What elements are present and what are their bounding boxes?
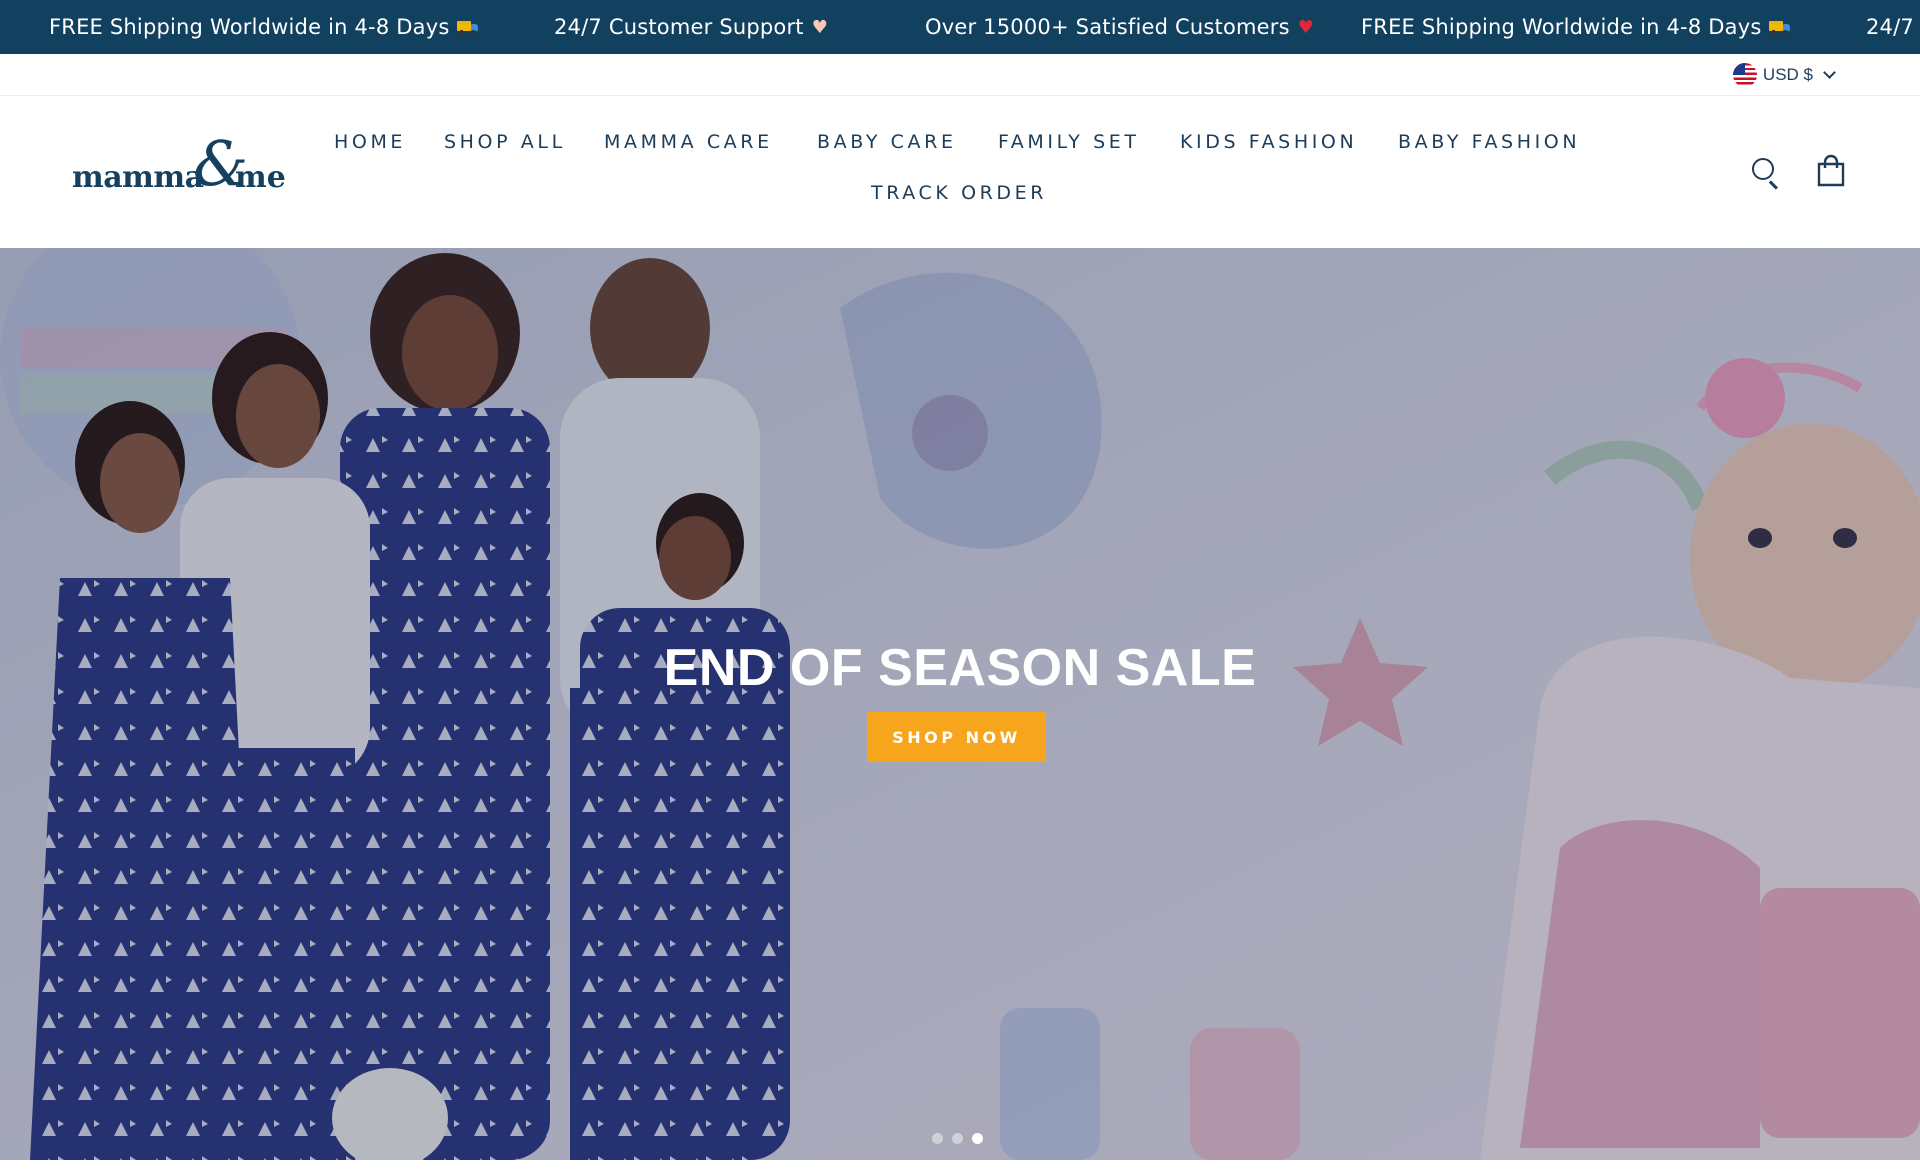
chevron-down-icon [1823, 66, 1836, 79]
announcement-message: 24/7 [1866, 0, 1914, 54]
red-heart-icon: ♥ [1297, 17, 1315, 38]
announcement-message: 24/7 Customer Support ♥ [554, 0, 828, 54]
announcement-message: Over 15000+ Satisfied Customers ♥ [925, 0, 1314, 54]
nav-item-shop-all[interactable]: SHOP ALL [444, 131, 566, 153]
announcement-text: FREE Shipping Worldwide in 4-8 Days [1361, 15, 1762, 39]
slide-dot-2[interactable] [952, 1133, 963, 1144]
nav-item-kids-fashion[interactable]: KIDS FASHION [1180, 131, 1357, 153]
announcement-message: FREE Shipping Worldwide in 4-8 Days [1361, 0, 1791, 54]
currency-label: USD $ [1762, 65, 1813, 84]
announcement-bar: FREE Shipping Worldwide in 4-8 Days 24/7… [0, 0, 1920, 54]
currency-selector[interactable]: USD $ [1732, 63, 1836, 87]
announcement-text: 24/7 [1866, 15, 1914, 39]
nav-item-baby-care[interactable]: BABY CARE [817, 131, 957, 153]
hero-overlay [0, 248, 1920, 1160]
logo[interactable]: mamma & me [72, 133, 292, 207]
nav-item-track-order[interactable]: TRACK ORDER [871, 182, 1047, 204]
utility-bar: USD $ [0, 54, 1920, 96]
logo-text-mamma: mamma [72, 160, 204, 195]
announcement-text: 24/7 Customer Support [554, 15, 804, 39]
page-divider [0, 1160, 1920, 1169]
slide-dot-1[interactable] [932, 1133, 943, 1144]
us-flag-icon [1732, 63, 1757, 87]
hero-banner: END OF SEASON SALE SHOP NOW [0, 248, 1920, 1160]
shop-now-button[interactable]: SHOP NOW [867, 712, 1046, 762]
heart-hands-icon: ♥ [811, 17, 829, 38]
hero-title: END OF SEASON SALE [663, 639, 1257, 697]
main-nav: HOME SHOP ALL MAMMA CARE BABY CARE FAMIL… [315, 123, 1605, 223]
cart-icon[interactable] [1816, 154, 1846, 188]
truck-icon [457, 21, 479, 35]
slide-dot-3[interactable] [972, 1133, 983, 1144]
announcement-text: FREE Shipping Worldwide in 4-8 Days [49, 15, 450, 39]
logo-text-me: me [235, 160, 286, 195]
search-icon[interactable] [1750, 156, 1780, 190]
truck-icon [1769, 21, 1791, 35]
nav-item-baby-fashion[interactable]: BABY FASHION [1398, 131, 1580, 153]
nav-item-home[interactable]: HOME [334, 131, 406, 153]
announcement-text: Over 15000+ Satisfied Customers [925, 15, 1290, 39]
announcement-message: FREE Shipping Worldwide in 4-8 Days [49, 0, 479, 54]
site-header: mamma & me HOME SHOP ALL MAMMA CARE BABY… [0, 97, 1920, 247]
slide-indicators [932, 1133, 983, 1144]
nav-item-family-set[interactable]: FAMILY SET [998, 131, 1140, 153]
nav-item-mamma-care[interactable]: MAMMA CARE [604, 131, 773, 153]
